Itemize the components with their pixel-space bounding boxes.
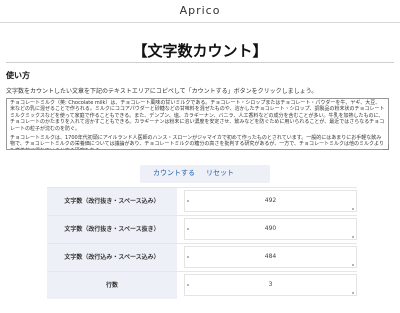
stat-output-field: 3 <box>184 274 357 296</box>
stat-row: 文字数（改行抜き・スペース抜き） 490 <box>47 215 357 243</box>
text-input-area[interactable]: チョコレートミルク（英: Chocolate milk）は、チョコレート風味の甘… <box>6 98 389 150</box>
stat-row: 文字数（改行抜き・スペース込み） 492 <box>47 187 357 215</box>
title-divider <box>6 62 394 63</box>
site-header: Aprico <box>0 0 400 23</box>
button-bar: カウントする リセット <box>140 165 270 183</box>
section-heading: 使い方 <box>6 71 30 80</box>
count-button[interactable]: カウントする <box>153 168 195 178</box>
site-title[interactable]: Aprico <box>0 4 400 17</box>
stat-label: 文字数（改行抜き・スペース込み） <box>47 188 177 215</box>
stat-label: 文字数（改行抜き・スペース抜き） <box>47 216 177 243</box>
stat-output-field: 492 <box>184 190 357 212</box>
stat-row: 行数 3 <box>47 271 357 299</box>
field-marker-icon <box>352 236 354 238</box>
text-paragraph-1: チョコレートミルク（英: Chocolate milk）は、チョコレート風味の甘… <box>10 100 385 132</box>
stat-value: 490 <box>264 225 277 232</box>
stat-label: 行数 <box>47 272 177 299</box>
field-marker-icon <box>352 264 354 266</box>
stat-value: 484 <box>264 253 277 260</box>
resize-handle-icon[interactable] <box>383 144 389 150</box>
stat-output-field: 484 <box>184 246 357 268</box>
stat-value: 3 <box>268 281 273 288</box>
instruction-text: 文字数をカウントしたい文章を下記のテキストエリアにコピペして「カウントする」ボタ… <box>6 88 318 95</box>
stat-value: 492 <box>264 197 277 204</box>
stat-label: 文字数（改行込み・スペース込み） <box>47 244 177 271</box>
field-marker-icon <box>352 208 354 210</box>
text-paragraph-2: チョコレートミルクは、1700年代初頭にアイルランド人医師のハンス・スローンがジ… <box>10 135 384 149</box>
stats-table: 文字数（改行抜き・スペース込み） 492 文字数（改行抜き・スペース抜き） 49… <box>47 187 357 299</box>
page-title: 【文字数カウント】 <box>132 42 268 60</box>
field-marker-icon <box>352 292 354 294</box>
stat-row: 文字数（改行込み・スペース込み） 484 <box>47 243 357 271</box>
stat-output-field: 490 <box>184 218 357 240</box>
reset-button[interactable]: リセット <box>206 168 234 178</box>
